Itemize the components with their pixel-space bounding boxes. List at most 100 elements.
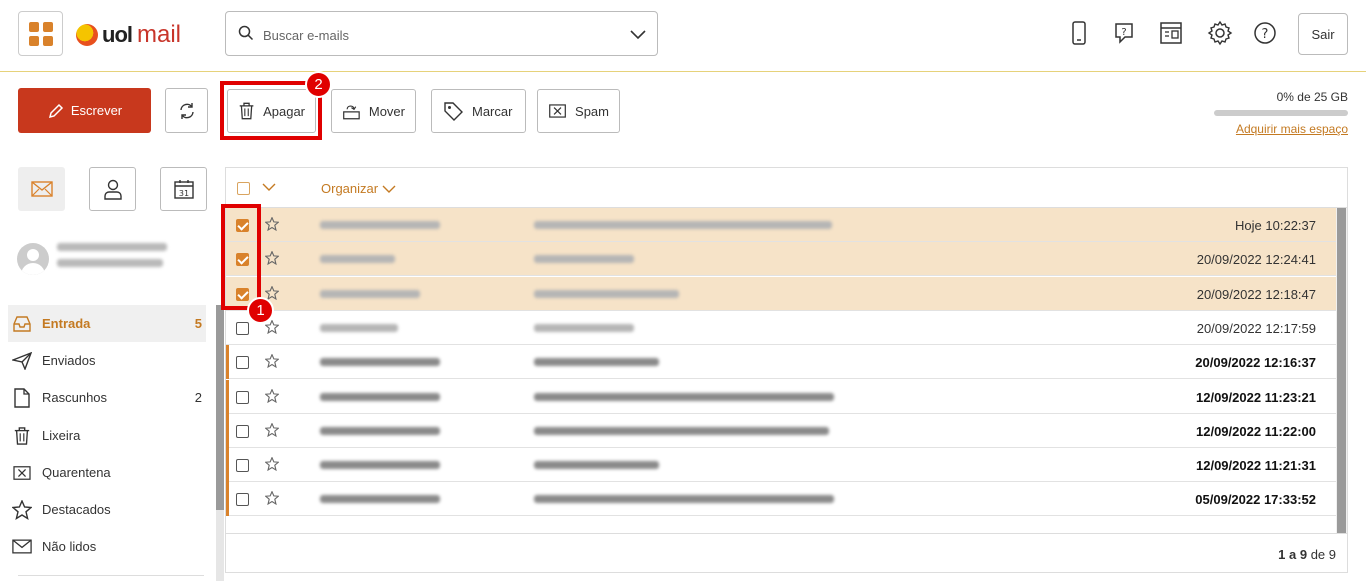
star-icon[interactable] [264, 319, 280, 337]
gear-icon[interactable] [1207, 20, 1233, 46]
step-2-badge: 2 [305, 71, 332, 98]
chevron-down-icon[interactable] [262, 182, 276, 192]
star-icon[interactable] [264, 216, 280, 234]
move-button[interactable]: Mover [331, 89, 416, 133]
mail-date: 12/09/2022 11:23:21 [1196, 389, 1316, 405]
sidebar-scrollbar[interactable] [216, 305, 224, 581]
mail-date: 12/09/2022 11:21:31 [1196, 458, 1316, 474]
select-all-checkbox[interactable] [237, 182, 250, 195]
pagination-info: 1 a 9 de 9 [1278, 547, 1336, 562]
mail-row[interactable]: 12/09/2022 11:21:31 [226, 448, 1336, 483]
uol-mail-logo[interactable]: uol mail [76, 21, 182, 48]
mail-subject-redacted [534, 461, 659, 470]
sidebar-item-quarentena[interactable]: Quarentena [8, 454, 206, 491]
mail-row[interactable]: 20/09/2022 12:24:41 [226, 242, 1336, 277]
account-email-redacted [57, 259, 163, 267]
mail-row-checkbox[interactable] [236, 321, 249, 335]
mobile-phone-icon[interactable] [1066, 20, 1092, 46]
mail-row[interactable]: 20/09/2022 12:16:37 [226, 345, 1336, 380]
mail-row[interactable]: 20/09/2022 12:17:59 [226, 311, 1336, 345]
sidebar-item-label: Quarentena [42, 465, 111, 480]
sidebar-scrollbar-thumb[interactable] [216, 305, 224, 510]
mail-row-checkbox[interactable] [236, 493, 249, 507]
mark-button[interactable]: Marcar [431, 89, 526, 133]
mail-date: 20/09/2022 12:24:41 [1196, 252, 1316, 268]
mail-date: 20/09/2022 12:16:37 [1195, 355, 1316, 371]
trash-icon [14, 426, 30, 445]
buy-storage-link[interactable]: Adquirir mais espaço [1214, 122, 1348, 136]
person-icon [103, 179, 122, 200]
mail-date: 05/09/2022 17:33:52 [1195, 492, 1316, 508]
mail-row-checkbox[interactable] [236, 424, 249, 438]
mail-sender-redacted [320, 461, 440, 470]
mail-sender-redacted [320, 323, 398, 332]
sidebar-item-enviados[interactable]: Enviados [8, 342, 206, 379]
sidebar-item-nao-lidos[interactable]: Não lidos [8, 528, 206, 565]
refresh-button[interactable] [165, 88, 208, 133]
mail-sender-redacted [320, 426, 440, 435]
sidebar-item-label: Não lidos [42, 539, 97, 554]
calendar-button[interactable]: 31 [160, 167, 207, 211]
mail-list-scrollbar[interactable] [1336, 208, 1347, 533]
svg-text:?: ? [1262, 27, 1269, 42]
search-input[interactable]: Buscar e-mails [263, 28, 349, 43]
unread-count: 5 [194, 316, 202, 331]
pencil-icon [48, 103, 63, 118]
logo-product: mail [137, 21, 182, 48]
mail-list-header: Organizar [226, 168, 1347, 208]
sort-dropdown[interactable]: Organizar [321, 181, 396, 196]
spam-button[interactable]: Spam [537, 89, 620, 133]
mail-row[interactable]: 05/09/2022 17:33:52 [226, 482, 1336, 517]
mail-row-checkbox[interactable] [236, 390, 249, 404]
star-icon[interactable] [264, 387, 280, 406]
mail-list-scrollbar-thumb[interactable] [1337, 208, 1346, 533]
mail-subject-redacted [534, 358, 659, 367]
mail-row[interactable]: 12/09/2022 11:22:00 [226, 413, 1336, 448]
svg-text:31: 31 [178, 189, 188, 198]
mail-row[interactable]: 20/09/2022 12:18:47 [226, 276, 1336, 311]
envelope-icon [30, 181, 53, 197]
mail-view-button[interactable] [18, 167, 65, 211]
move-folder-icon [343, 105, 360, 120]
sidebar-item-label: Rascunhos [42, 390, 108, 405]
mail-row[interactable]: 12/09/2022 11:23:21 [226, 379, 1336, 414]
sidebar-item-entrada[interactable]: Entrada 5 [8, 305, 206, 342]
compose-button[interactable]: Escrever [18, 88, 151, 133]
chevron-down-icon[interactable] [629, 26, 647, 42]
star-icon[interactable] [264, 456, 280, 474]
svg-text:?: ? [1121, 27, 1126, 38]
draft-count: 2 [194, 390, 202, 405]
spam-label: Spam [575, 103, 609, 119]
sidebar-item-rascunhos[interactable]: Rascunhos 2 [8, 379, 206, 416]
search-box[interactable]: Buscar e-mails [225, 11, 658, 56]
star-icon[interactable] [264, 250, 280, 268]
layout-icon[interactable] [1158, 20, 1184, 46]
avatar [17, 243, 49, 275]
checkbox-highlight-box [221, 204, 261, 310]
logout-button[interactable]: Sair [1298, 13, 1348, 55]
mail-sender-redacted [320, 221, 440, 229]
unread-indicator [226, 345, 229, 380]
mail-row[interactable]: Hoje 10:22:37 [226, 208, 1336, 242]
contacts-button[interactable] [89, 167, 136, 211]
mail-row-checkbox[interactable] [236, 356, 249, 370]
star-icon[interactable] [264, 422, 280, 440]
uol-logo-icon [76, 24, 98, 46]
mail-subject-redacted [534, 392, 834, 401]
star-icon[interactable] [264, 353, 280, 371]
step-1-badge: 1 [247, 297, 274, 324]
chevron-down-icon [382, 185, 396, 193]
mail-subject-redacted [534, 426, 829, 435]
apps-grid-icon [29, 22, 39, 32]
sidebar-item-destacados[interactable]: Destacados [8, 491, 206, 528]
apps-grid-button[interactable] [18, 11, 63, 56]
star-icon[interactable] [264, 490, 280, 508]
mark-label: Marcar [472, 103, 513, 119]
sidebar-item-lixeira[interactable]: Lixeira [8, 417, 206, 454]
help-icon[interactable]: ? [1252, 20, 1278, 46]
help-chat-icon[interactable]: ? [1111, 20, 1137, 46]
sidebar-item-label: Entrada [42, 316, 91, 331]
pagination-range: 1 a 9 [1278, 547, 1308, 562]
mail-row-checkbox[interactable] [236, 459, 249, 473]
mail-date: Hoje 10:22:37 [1235, 218, 1316, 233]
